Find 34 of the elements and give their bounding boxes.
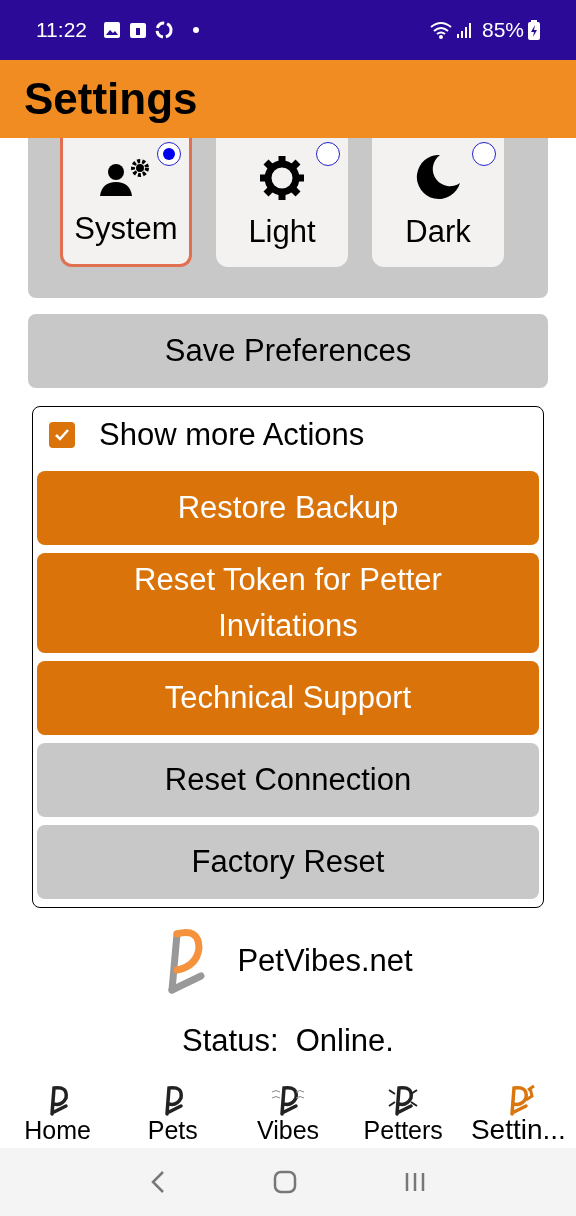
signal-icon xyxy=(455,21,474,39)
recent-apps-icon[interactable] xyxy=(404,1171,427,1193)
image-icon xyxy=(103,21,121,39)
brand-name: PetVibes.net xyxy=(237,941,413,980)
checkbox[interactable] xyxy=(49,422,75,448)
tab[interactable]: Home xyxy=(0,1084,116,1144)
theme-option[interactable]: Light xyxy=(216,138,348,267)
back-icon[interactable] xyxy=(149,1170,166,1194)
wifi-icon xyxy=(429,21,452,39)
save-preferences-button[interactable]: Save Preferences xyxy=(28,314,548,388)
checkbox-label: Show more Actions xyxy=(99,415,365,454)
battery-percent: 85% xyxy=(481,17,524,44)
radio-button[interactable] xyxy=(472,142,496,166)
theme-option[interactable]: Dark xyxy=(372,138,504,267)
dot-icon xyxy=(193,27,199,33)
tab[interactable]: Vibes xyxy=(230,1084,346,1144)
clock: 11:22 xyxy=(36,17,87,44)
gear-icon xyxy=(259,154,305,201)
radio-button[interactable] xyxy=(157,142,181,166)
action-button[interactable]: Reset Connection xyxy=(37,743,539,817)
home-icon[interactable] xyxy=(273,1170,297,1194)
action-button[interactable]: Factory Reset xyxy=(37,825,539,899)
calendar-icon xyxy=(129,21,147,39)
tab[interactable]: Settin... xyxy=(460,1084,576,1144)
battery-icon xyxy=(528,20,540,40)
status-text: Status: Online. xyxy=(182,1022,394,1060)
moon-icon xyxy=(414,152,462,201)
tab[interactable]: Pets xyxy=(115,1084,231,1144)
logo-icon xyxy=(270,1084,306,1116)
theme-option[interactable]: System xyxy=(60,138,192,267)
page-title: Settings xyxy=(24,73,198,125)
radio-button[interactable] xyxy=(316,142,340,166)
tab[interactable]: Petters xyxy=(345,1084,461,1144)
sync-icon xyxy=(155,21,173,39)
